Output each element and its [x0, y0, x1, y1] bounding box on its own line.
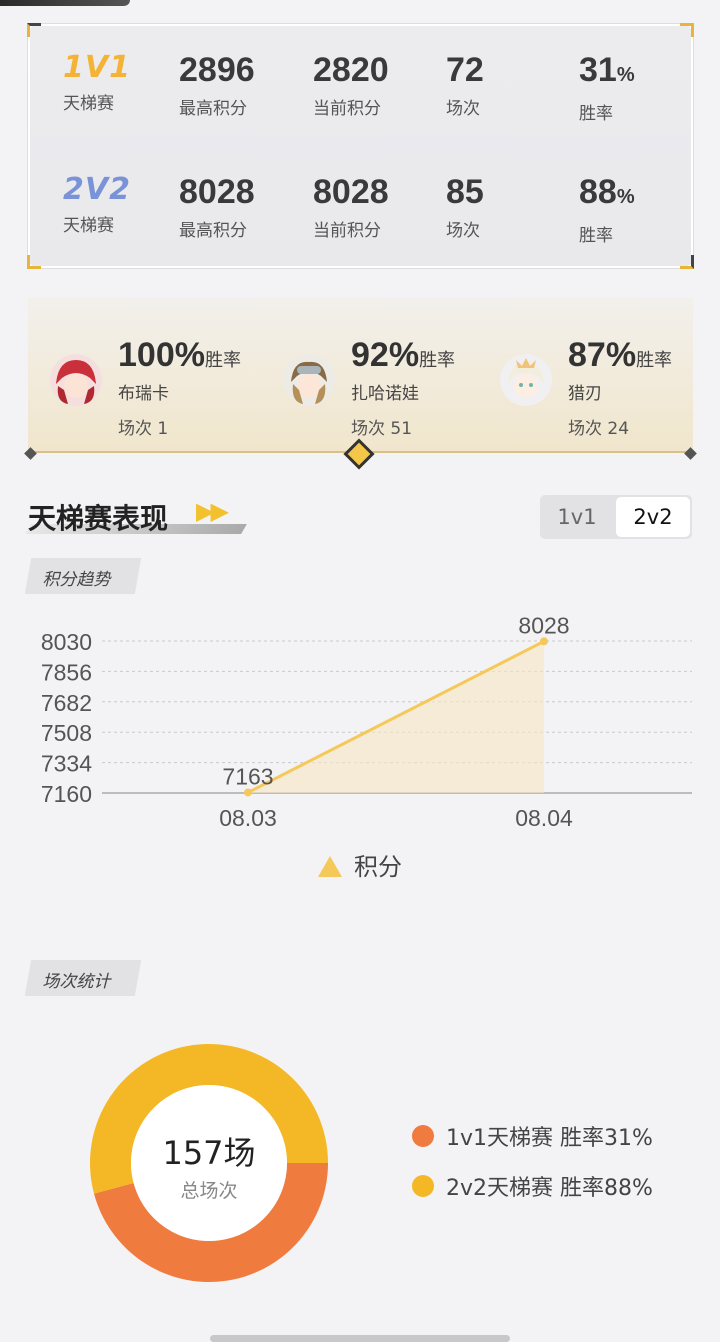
max-score: 2896 最高积分	[179, 50, 255, 119]
baseline-diamond	[684, 447, 697, 460]
legend-label: 1v1天梯赛 胜率31%	[446, 1126, 653, 1151]
card-corner	[27, 23, 41, 37]
home-indicator	[210, 1335, 510, 1342]
mode-switch: 1v1 2v2	[540, 495, 692, 539]
stats-row-2v2: 2V2 天梯赛 8028 最高积分 8028 当前积分 85 场次 88% 胜率	[30, 172, 691, 252]
card-corner	[680, 255, 694, 269]
card-corner	[680, 23, 694, 37]
ladder-stats-card: 1V1 天梯赛 2896 最高积分 2820 当前积分 72 场次 31% 胜率…	[27, 23, 694, 269]
hero-win-rate-label: 胜率	[419, 350, 456, 370]
hero-win-rate: 92%	[351, 336, 420, 374]
win-rate-unit: %	[616, 64, 635, 86]
hero-name: 猎刃	[568, 384, 602, 404]
win-rate-unit: %	[616, 186, 635, 208]
data-point	[244, 788, 252, 797]
current-score: 8028 当前积分	[313, 172, 389, 241]
center-diamond-icon	[343, 438, 375, 470]
mode-sub: 天梯赛	[63, 216, 114, 236]
donut-legend-item: 1v1天梯赛 胜率31%	[412, 1120, 653, 1152]
max-score-label: 最高积分	[179, 99, 247, 119]
x-tick-label: 08.03	[219, 805, 277, 831]
hero-win-rate: 100%	[118, 336, 205, 374]
matches-chip-label: 场次统计	[42, 972, 111, 992]
mode-col: 2V2 天梯赛	[63, 172, 131, 236]
hero-win-rate: 87%	[568, 336, 637, 374]
legend-triangle-icon	[318, 856, 342, 877]
matches-label: 场次	[446, 221, 480, 241]
legend-dot	[412, 1125, 434, 1147]
hero-avatar-icon	[283, 354, 335, 406]
matches: 72 场次	[446, 50, 484, 119]
y-tick-label: 7682	[41, 690, 92, 716]
mode-col: 1V1 天梯赛	[63, 50, 131, 114]
y-tick-label: 7856	[41, 659, 92, 685]
data-label: 8028	[518, 612, 569, 638]
win-rate: 88% 胜率	[579, 172, 635, 246]
matches-value: 72	[446, 51, 484, 89]
win-rate-label: 胜率	[579, 104, 613, 124]
matches-value: 85	[446, 173, 484, 211]
current-score-value: 8028	[313, 173, 389, 211]
max-score: 8028 最高积分	[179, 172, 255, 241]
donut-total-label: 总场次	[180, 1180, 238, 1202]
hero-avatar-icon	[50, 354, 102, 406]
hero-match-count: 场次 24	[568, 419, 630, 439]
matches-label: 场次	[446, 99, 480, 119]
mode-badge: 2V2	[63, 172, 131, 207]
win-rate: 31% 胜率	[579, 50, 635, 124]
data-label: 7163	[222, 763, 273, 789]
hero-win-rate-label: 胜率	[204, 350, 241, 370]
win-rate-label: 胜率	[579, 226, 613, 246]
hero-name: 布瑞卡	[118, 384, 169, 404]
donut-total: 157场	[162, 1134, 256, 1172]
y-tick-label: 8030	[41, 629, 92, 655]
max-score-value: 2896	[179, 51, 255, 89]
win-rate-value: 88	[579, 173, 617, 211]
baseline-diamond	[24, 447, 37, 460]
data-point	[540, 637, 548, 646]
current-score-label: 当前积分	[313, 99, 381, 119]
mode-badge: 1V1	[63, 50, 131, 85]
trend-chip: 积分趋势	[24, 558, 142, 594]
current-score-label: 当前积分	[313, 221, 381, 241]
matches: 85 场次	[446, 172, 484, 241]
max-score-value: 8028	[179, 173, 255, 211]
section-title: 天梯赛表现	[28, 502, 169, 535]
hero-match-count: 场次 51	[351, 419, 413, 439]
y-tick-label: 7508	[41, 720, 92, 746]
stats-row-1v1: 1V1 天梯赛 2896 最高积分 2820 当前积分 72 场次 31% 胜率	[30, 50, 691, 130]
current-score-value: 2820	[313, 51, 389, 89]
legend-label: 2v2天梯赛 胜率88%	[446, 1176, 653, 1201]
top-edge-decoration	[0, 0, 130, 6]
tab-1v1[interactable]: 1v1	[540, 495, 614, 539]
legend-dot	[412, 1175, 434, 1197]
legend-series-label: 积分	[354, 854, 402, 881]
x-tick-label: 08.04	[515, 805, 573, 831]
double-arrow-icon: ▶▶	[196, 497, 229, 525]
mode-sub: 天梯赛	[63, 94, 114, 114]
win-rate-value: 31	[579, 51, 617, 89]
hero-avatar-icon	[500, 354, 552, 406]
trend-chip-label: 积分趋势	[42, 570, 111, 590]
current-score: 2820 当前积分	[313, 50, 389, 119]
hero-win-rate-label: 胜率	[636, 350, 673, 370]
card-corner	[27, 255, 41, 269]
matches-chip: 场次统计	[24, 960, 142, 996]
max-score-label: 最高积分	[179, 221, 247, 241]
tab-2v2[interactable]: 2v2	[616, 497, 690, 537]
hero-name: 扎哈诺娃	[351, 384, 419, 404]
hero-match-count: 场次 1	[118, 419, 169, 439]
top-heroes-card: 100%胜率 布瑞卡 场次 1 92%胜率 扎哈诺娃 场次 51 87%胜率 猎…	[24, 298, 697, 470]
y-tick-label: 7334	[41, 751, 92, 777]
donut-legend-item: 2v2天梯赛 胜率88%	[412, 1170, 653, 1202]
y-tick-label: 7160	[41, 781, 92, 807]
score-trend-chart: 8030 7856 7682 7508 7334 7160 7163 08.03 8028 08.…	[41, 612, 692, 881]
